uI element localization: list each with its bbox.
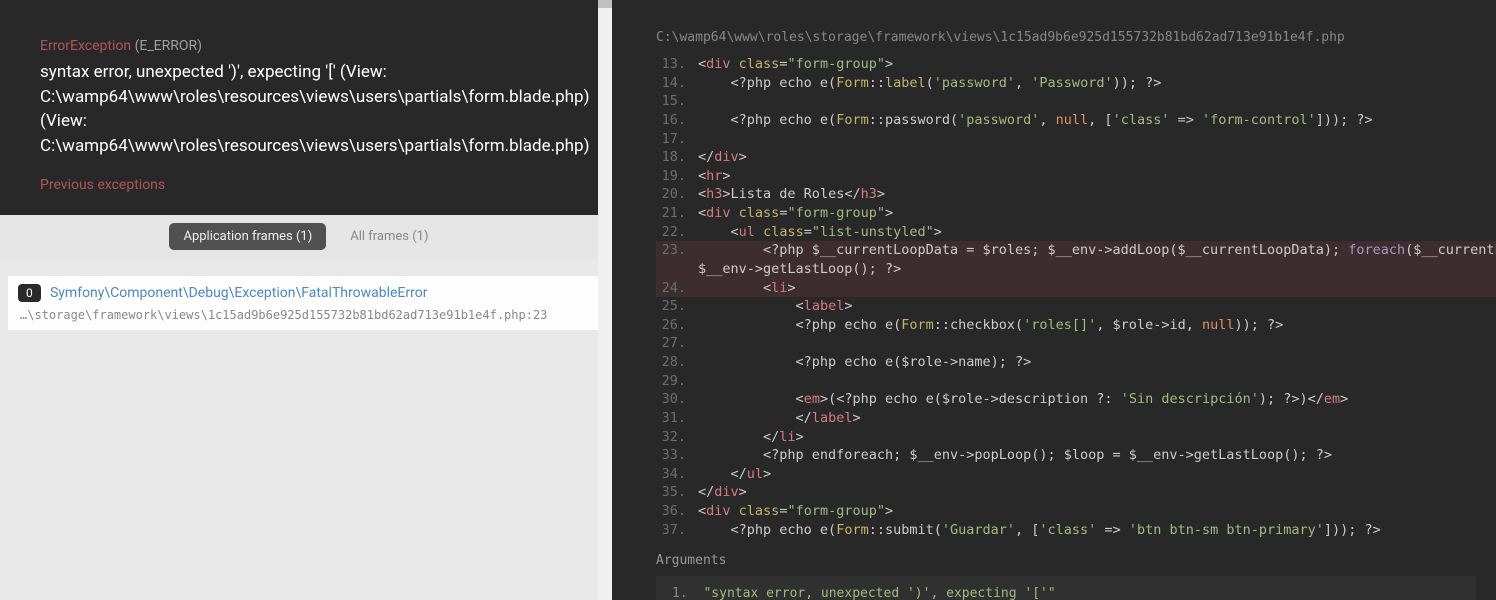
code-line: 29. (656, 372, 1496, 391)
frame-title: Symfony\Component\Debug\Exception\FatalT… (50, 285, 427, 301)
error-class-detail: (E_ERROR) (131, 38, 202, 54)
code-line: 32. </li> (656, 428, 1496, 447)
code-line: 28. <?php echo e($role->name); ?> (656, 353, 1496, 372)
error-class: ErrorException (E_ERROR) (40, 38, 572, 54)
code-line: 35.</div> (656, 483, 1496, 502)
scrollbar[interactable] (598, 0, 612, 600)
arguments-section: Arguments 1. "syntax error, unexpected '… (656, 553, 1496, 600)
code-line: 36.<div class="form-group"> (656, 502, 1496, 521)
previous-exceptions-link[interactable]: Previous exceptions (40, 177, 572, 193)
error-message: syntax error, unexpected ')', expecting … (40, 60, 572, 159)
code-line: 15. (656, 92, 1496, 111)
code-line: 17. (656, 130, 1496, 149)
code-line: 22. <ul class="list-unstyled"> (656, 223, 1496, 242)
frame-item[interactable]: 0 Symfony\Component\Debug\Exception\Fata… (8, 276, 604, 330)
code-line: 16. <?php echo e(Form::password('passwor… (656, 111, 1496, 130)
frame-path: …\storage\framework\views\1c15ad9b6e925d… (18, 308, 590, 322)
code-line-error: 24. <li> (656, 279, 1496, 298)
code-line: 31. </label> (656, 409, 1496, 428)
scrollbar-thumb[interactable] (598, 0, 612, 8)
code-line: 25. <label> (656, 297, 1496, 316)
code-line: 13.<div class="form-group"> (656, 55, 1496, 74)
file-path: C:\wamp64\www\roles\storage\framework\vi… (656, 30, 1496, 45)
code-line-error: $__env->getLastLoop(); ?> (656, 260, 1496, 279)
code-line: 30. <em>(<?php echo e($role->description… (656, 390, 1496, 409)
frames-list: 0 Symfony\Component\Debug\Exception\Fata… (0, 258, 612, 600)
code-line: 21.<div class="form-group"> (656, 204, 1496, 223)
tab-all-frames[interactable]: All frames (1) (336, 223, 442, 250)
code-block: 13.<div class="form-group"> 14. <?php ec… (656, 55, 1496, 539)
code-line: 19.<hr> (656, 167, 1496, 186)
argument-value: "syntax error, unexpected ')', expecting… (703, 586, 1055, 600)
code-line: 20.<h3>Lista de Roles</h3> (656, 185, 1496, 204)
code-line: 37. <?php echo e(Form::submit('Guardar',… (656, 521, 1496, 540)
code-line: 33. <?php endforeach; $__env->popLoop();… (656, 446, 1496, 465)
frame-badge: 0 (18, 284, 41, 302)
code-line: 26. <?php echo e(Form::checkbox('roles[]… (656, 316, 1496, 335)
error-header: ErrorException (E_ERROR) syntax error, u… (0, 0, 612, 215)
frame-tabs: Application frames (1) All frames (1) (0, 215, 612, 258)
stack-panel: ErrorException (E_ERROR) syntax error, u… (0, 0, 612, 600)
code-line: 34. </ul> (656, 465, 1496, 484)
error-class-name: ErrorException (40, 38, 131, 54)
argument-number: 1. (672, 586, 688, 600)
code-line: 27. (656, 334, 1496, 353)
code-line-error: 23. <?php $__currentLoopData = $roles; $… (656, 241, 1496, 260)
arguments-label: Arguments (656, 553, 1496, 568)
code-line: 14. <?php echo e(Form::label('password',… (656, 74, 1496, 93)
argument-item: 1. "syntax error, unexpected ')', expect… (656, 576, 1476, 600)
code-panel: C:\wamp64\www\roles\storage\framework\vi… (612, 0, 1496, 600)
code-line: 18.</div> (656, 148, 1496, 167)
tab-application-frames[interactable]: Application frames (1) (169, 223, 326, 250)
